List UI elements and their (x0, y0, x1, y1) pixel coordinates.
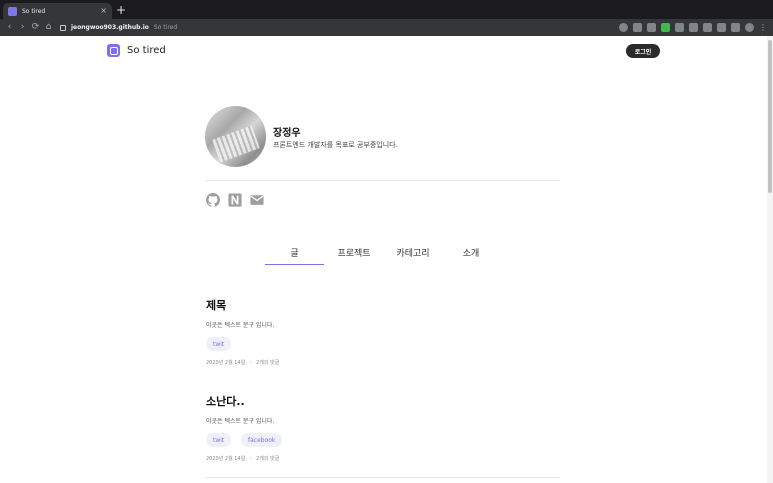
post-date: 2020년 2월 14일 (206, 456, 246, 462)
mail-icon[interactable] (250, 193, 264, 207)
forward-icon[interactable]: › (16, 19, 29, 36)
tab-title: So tired (22, 7, 46, 15)
notion-icon[interactable] (228, 193, 242, 207)
post-divider (206, 477, 560, 478)
lock-icon (60, 24, 66, 31)
profile-divider (206, 180, 560, 181)
profile-description: 프론트엔드 개발자를 목표로 공부중입니다. (273, 141, 398, 149)
url-host: jeongwoo903.github.io (71, 24, 149, 31)
post-meta: 2020년 2월 14일 · 2개의 댓글 (206, 359, 279, 366)
profile-icon[interactable] (745, 23, 754, 32)
tab-projects[interactable]: 프로젝트 (330, 246, 378, 259)
meta-separator: · (249, 456, 252, 462)
tab-posts[interactable]: 글 (265, 246, 324, 259)
url-page-title: So tired (153, 24, 178, 31)
browser-tab-bar: So tired × + (0, 0, 773, 19)
post-excerpt: 이곳은 텍스트 문구 입니다. (206, 322, 275, 329)
browser-tab[interactable]: So tired × (3, 3, 112, 19)
post-date: 2020년 2월 14일 (206, 360, 246, 366)
shield-icon[interactable] (619, 23, 628, 32)
extension-b-icon[interactable] (675, 23, 684, 32)
new-tab-button[interactable]: + (116, 3, 126, 17)
puzzle-icon[interactable] (647, 23, 656, 32)
panel-icon[interactable] (717, 23, 726, 32)
star-icon[interactable] (633, 23, 642, 32)
tab-categories[interactable]: 카테고리 (389, 246, 437, 259)
post-tag[interactable]: facebook (241, 433, 283, 447)
post-comments: 2개의 댓글 (256, 360, 280, 366)
post-tag[interactable]: twit (206, 433, 232, 447)
tab-close-icon[interactable]: × (100, 7, 107, 15)
screenshot-icon[interactable] (703, 23, 712, 32)
reload-icon[interactable]: ⟳ (29, 19, 42, 36)
post-meta: 2020년 2월 14일 · 2개의 댓글 (206, 455, 279, 462)
back-icon[interactable]: ‹ (3, 19, 16, 36)
address-bar[interactable]: jeongwoo903.github.io So tired (60, 21, 600, 34)
post-comments: 2개의 댓글 (256, 456, 280, 462)
download-icon[interactable] (689, 23, 698, 32)
active-tab-indicator (265, 264, 324, 265)
tab-about[interactable]: 소개 (450, 246, 492, 259)
post-excerpt: 이곳은 텍스트 문구 입니다. (206, 418, 275, 425)
browser-toolbar-icons: ⋮ (619, 19, 767, 36)
site-title[interactable]: So tired (127, 45, 166, 56)
site-favicon-icon (8, 6, 17, 16)
meta-separator: · (249, 360, 252, 366)
avatar (205, 106, 266, 167)
login-button[interactable]: 로그인 (626, 44, 660, 58)
home-icon[interactable]: ⌂ (42, 19, 55, 36)
post-title[interactable]: 소난다.. (206, 393, 245, 409)
page-scrollbar-thumb[interactable] (768, 40, 772, 193)
site-logo-icon[interactable] (107, 44, 120, 57)
extension-green-icon[interactable] (661, 23, 670, 32)
github-icon[interactable] (206, 193, 220, 207)
menu-icon[interactable]: ⋮ (759, 23, 767, 32)
post-tag[interactable]: twit (206, 337, 232, 351)
profile-name: 장정우 (273, 128, 301, 139)
post-title[interactable]: 제목 (206, 297, 226, 313)
sidebar-icon[interactable] (731, 23, 740, 32)
